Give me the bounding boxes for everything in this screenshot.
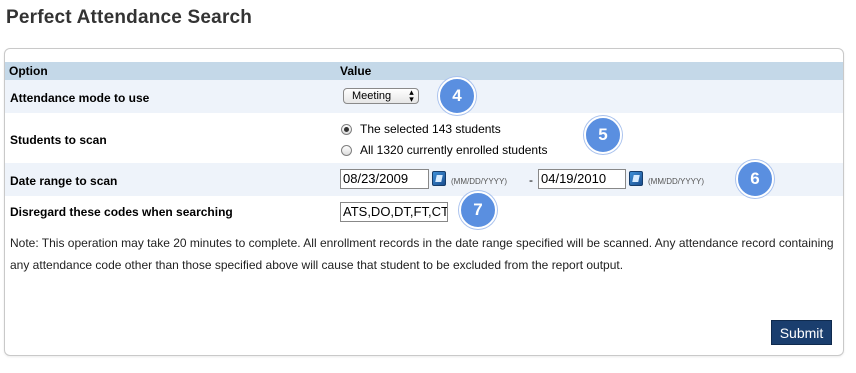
radio-selected-students-label: The selected 143 students [360, 122, 501, 136]
radio-all-students-label: All 1320 currently enrolled students [360, 143, 548, 157]
attendance-mode-label: Attendance mode to use [10, 91, 150, 105]
page-title: Perfect Attendance Search [6, 7, 253, 28]
attendance-mode-value: Meeting [352, 90, 392, 102]
note-text: Note: This operation may take 20 minutes… [10, 236, 834, 272]
date-range-separator: - [529, 173, 533, 187]
callout-badge-4: 4 [438, 77, 476, 115]
disregard-codes-label: Disregard these codes when searching [10, 205, 233, 219]
radio-all-students[interactable] [341, 145, 352, 156]
calendar-icon[interactable] [629, 171, 643, 186]
radio-option-selected-students[interactable]: The selected 143 students [341, 122, 501, 136]
radio-selected-students[interactable] [341, 124, 352, 135]
row-date-range: Date range to scan 08/23/2009 (MM/DD/YYY… [5, 163, 843, 196]
callout-badge-5: 5 [584, 116, 622, 154]
disregard-codes-input[interactable]: ATS,DO,DT,FT,CT [340, 202, 448, 222]
end-date-input[interactable]: 04/19/2010 [538, 169, 626, 189]
updown-arrows-icon: ▴ ▾ [409, 87, 414, 104]
date-range-label: Date range to scan [10, 174, 118, 188]
row-students-to-scan: Students to scan The selected 143 studen… [5, 113, 843, 163]
table-header: Option Value [5, 62, 843, 80]
header-option: Option [9, 64, 48, 78]
start-date-input[interactable]: 08/23/2009 [340, 169, 429, 189]
header-value: Value [340, 64, 372, 78]
attendance-mode-select[interactable]: Meeting ▴ ▾ [343, 88, 419, 104]
students-label: Students to scan [10, 133, 107, 147]
radio-option-all-students[interactable]: All 1320 currently enrolled students [341, 143, 547, 157]
calendar-icon[interactable] [432, 171, 446, 186]
callout-badge-6: 6 [736, 160, 774, 198]
search-form-panel: Option Value Attendance mode to use Meet… [4, 48, 844, 356]
row-disregard-codes: Disregard these codes when searching ATS… [5, 196, 843, 226]
end-date-format-hint: (MM/DD/YYYY) [648, 177, 704, 186]
callout-badge-7: 7 [459, 191, 497, 229]
start-date-format-hint: (MM/DD/YYYY) [451, 177, 507, 186]
submit-button[interactable]: Submit [771, 320, 832, 345]
row-attendance-mode: Attendance mode to use Meeting ▴ ▾ [5, 80, 843, 113]
